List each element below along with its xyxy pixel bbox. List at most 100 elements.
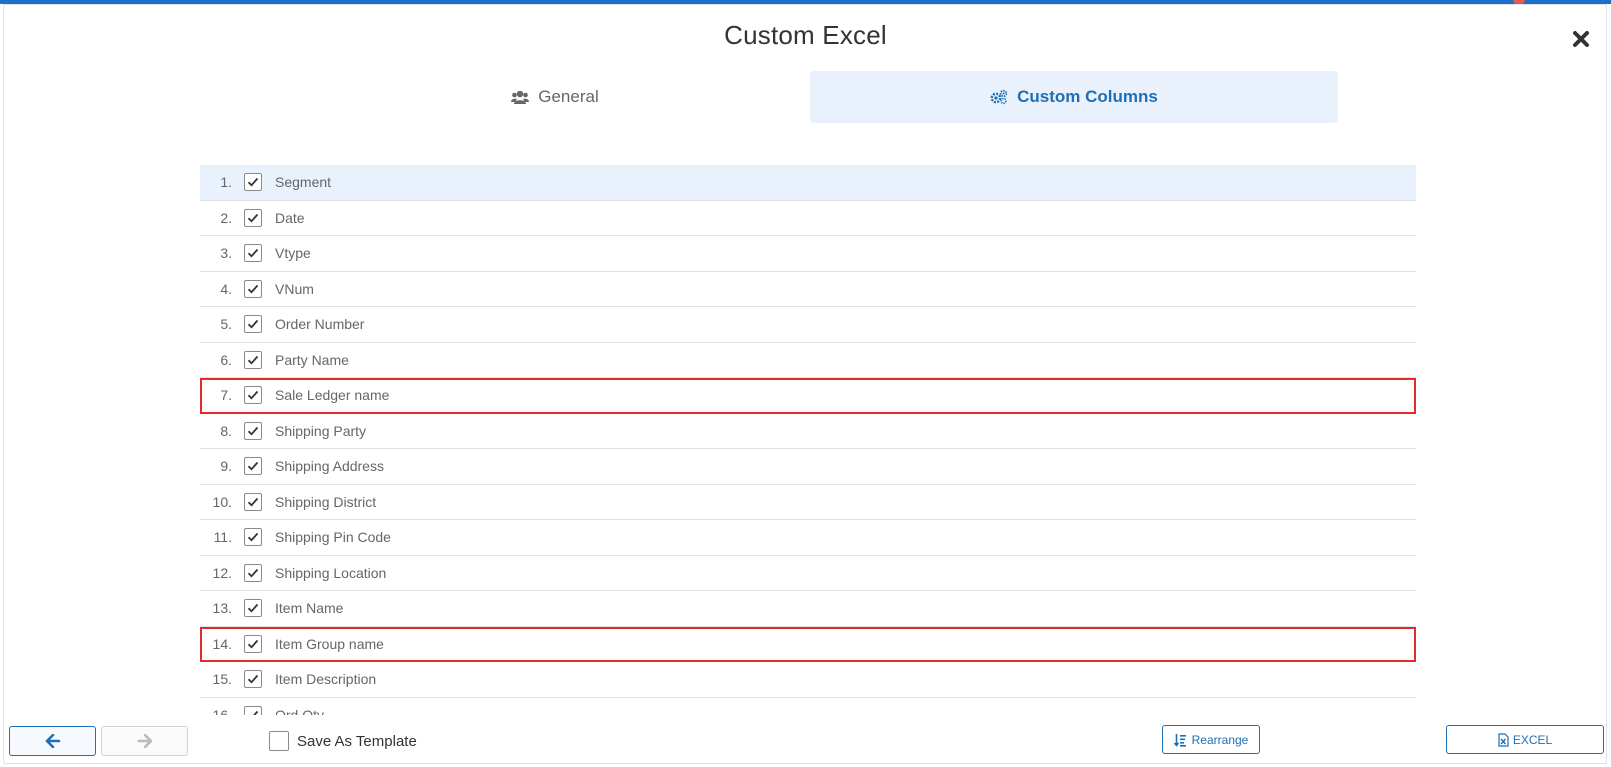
excel-label: EXCEL: [1512, 732, 1553, 747]
save-as-template-label: Save As Template: [297, 733, 417, 750]
excel-button[interactable]: EXCEL: [1446, 725, 1604, 754]
close-icon: [1573, 31, 1589, 47]
row-number: 5.: [220, 316, 232, 333]
tab-general-label: General: [538, 87, 599, 106]
checkmark-icon: [247, 604, 259, 613]
column-checkbox[interactable]: [244, 670, 262, 689]
column-label: Segment: [275, 174, 332, 191]
column-label: Item Group name: [275, 635, 384, 652]
users-icon: [511, 90, 530, 104]
arrow-right-icon: [137, 734, 152, 748]
column-label: Item Description: [275, 671, 377, 688]
column-row[interactable]: 16. Ord Qty: [200, 698, 1416, 715]
column-row[interactable]: 12. Shipping Location: [200, 556, 1416, 591]
column-checkbox[interactable]: [244, 279, 262, 298]
column-checkbox[interactable]: [244, 563, 262, 582]
arrow-left-icon: [45, 734, 60, 748]
column-checkbox[interactable]: [244, 457, 262, 476]
column-checkbox[interactable]: [244, 386, 262, 405]
column-row[interactable]: 8. Shipping Party: [200, 414, 1416, 449]
row-number: 11.: [213, 529, 232, 546]
column-checkbox[interactable]: [244, 634, 262, 653]
file-excel-icon: [1498, 732, 1509, 747]
column-label: Shipping Pin Code: [275, 529, 391, 546]
checkmark-icon: [247, 284, 259, 294]
checkmark-icon: [247, 568, 259, 578]
checkmark-icon: [247, 391, 259, 400]
row-number: 15.: [212, 671, 232, 688]
column-label: Shipping Address: [275, 458, 384, 475]
column-label: Date: [275, 209, 305, 226]
column-checkbox[interactable]: [244, 350, 262, 369]
checkmark-icon: [247, 462, 259, 471]
back-button[interactable]: [9, 726, 96, 756]
checkmark-icon: [247, 355, 259, 365]
column-checkbox[interactable]: [244, 492, 262, 511]
row-number: 7.: [220, 387, 232, 404]
row-number: 1.: [220, 174, 232, 191]
column-checkbox[interactable]: [244, 421, 262, 440]
column-label: Order Number: [275, 316, 365, 333]
column-row[interactable]: 2. Date: [200, 201, 1416, 236]
save-as-template-checkbox[interactable]: [269, 731, 289, 751]
row-number: 8.: [220, 422, 232, 439]
column-row[interactable]: 11. Shipping Pin Code: [200, 520, 1416, 556]
column-checkbox[interactable]: [244, 705, 262, 715]
column-label: Ord Qty: [275, 706, 325, 715]
rearrange-label: Rearrange: [1191, 732, 1249, 747]
column-row[interactable]: 13. Item Name: [200, 591, 1416, 627]
row-number: 10.: [212, 493, 232, 510]
column-checkbox[interactable]: [244, 244, 262, 263]
column-row[interactable]: 1. Segment: [200, 165, 1416, 201]
column-label: Sale Ledger name: [275, 387, 390, 404]
column-row[interactable]: 15. Item Description: [200, 662, 1416, 698]
rearrange-button[interactable]: Rearrange: [1162, 725, 1260, 754]
column-row[interactable]: 3. Vtype: [200, 236, 1416, 272]
checkmark-icon: [247, 320, 259, 329]
checkmark-icon: [247, 249, 259, 258]
checkmark-icon: [248, 710, 259, 715]
close-button[interactable]: [1568, 26, 1594, 52]
column-checkbox[interactable]: [244, 173, 262, 192]
column-label: Shipping Party: [275, 422, 367, 439]
column-row[interactable]: 5. Order Number: [200, 307, 1416, 343]
tab-general[interactable]: General: [300, 71, 810, 123]
row-number: 14.: [212, 635, 232, 652]
checkmark-icon: [247, 426, 259, 436]
row-number: 9.: [220, 458, 232, 475]
checkmark-icon: [247, 533, 259, 542]
row-number: 6.: [220, 351, 232, 368]
row-number: 16.: [212, 706, 232, 715]
column-label: VNum: [275, 280, 314, 297]
column-row[interactable]: 7. Sale Ledger name: [200, 378, 1416, 414]
column-label: Item Name: [275, 600, 344, 617]
row-number: 2.: [220, 209, 232, 226]
column-label: Shipping District: [275, 493, 377, 510]
column-row[interactable]: 6. Party Name: [200, 343, 1416, 378]
column-label: Shipping Location: [275, 564, 387, 581]
tab-custom-columns-label: Custom Columns: [1017, 87, 1158, 106]
dialog-title: Custom Excel: [724, 20, 887, 50]
checkmark-icon: [247, 178, 259, 187]
column-row[interactable]: 10. Shipping District: [200, 485, 1416, 520]
row-number: 13.: [212, 600, 232, 617]
checkmark-icon: [247, 675, 259, 684]
column-checkbox[interactable]: [244, 528, 262, 547]
column-row[interactable]: 9. Shipping Address: [200, 449, 1416, 485]
column-label: Vtype: [275, 245, 311, 262]
column-checkbox[interactable]: [244, 599, 262, 618]
tab-custom-columns[interactable]: Custom Columns: [810, 71, 1338, 123]
column-label: Party Name: [275, 351, 349, 368]
column-list: 1. Segment 2. Date 3. Vtype 4. VNum 5. Order Numb…: [200, 165, 1416, 715]
checkmark-icon: [247, 497, 259, 507]
column-checkbox[interactable]: [244, 315, 262, 334]
row-number: 3.: [220, 245, 232, 262]
column-row[interactable]: 14. Item Group name: [200, 626, 1416, 662]
checkmark-icon: [247, 213, 259, 223]
row-number: 4.: [220, 280, 232, 297]
forward-button[interactable]: [101, 726, 188, 756]
column-row[interactable]: 4. VNum: [200, 272, 1416, 307]
column-checkbox[interactable]: [244, 208, 262, 227]
checkmark-icon: [247, 639, 259, 649]
gears-icon: [990, 89, 1008, 105]
